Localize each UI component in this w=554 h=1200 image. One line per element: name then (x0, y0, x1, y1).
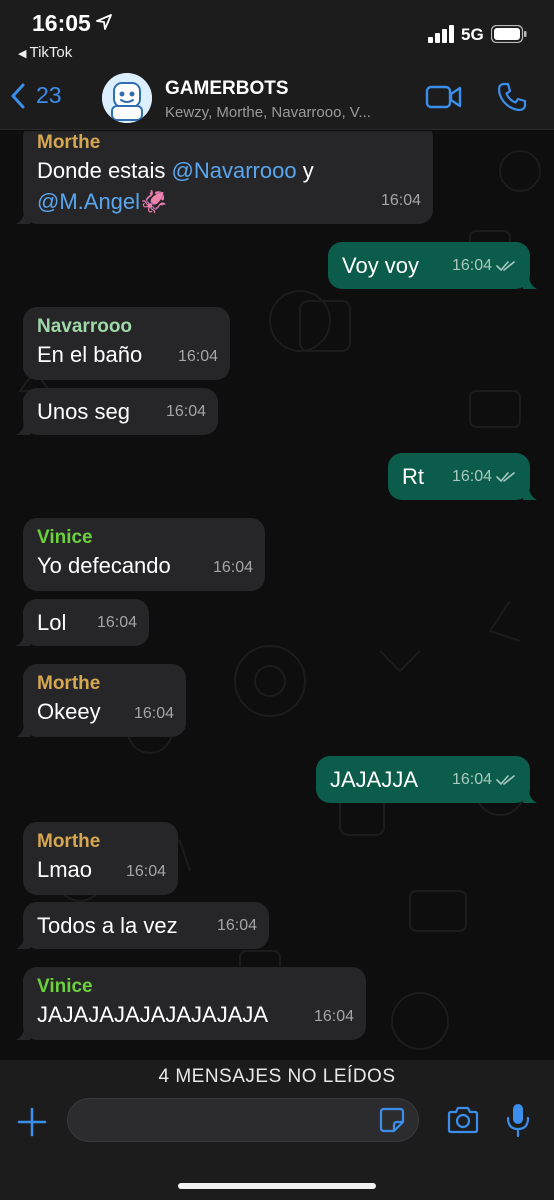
back-to-app-link[interactable]: ◀ TikTok (18, 44, 72, 61)
location-arrow-icon (96, 14, 112, 30)
message-time: 16:04 (451, 771, 492, 788)
message-bubble[interactable]: Morthe Okeey 16:04 (16, 664, 186, 737)
message-time: 16:04 (212, 559, 253, 576)
message-time: 16:04 (133, 705, 174, 722)
message-bubble[interactable]: Morthe Donde estais @Navarrooo y @M.Ange… (16, 131, 433, 224)
message-time: 16:04 (96, 614, 137, 631)
message-bubble-outgoing[interactable]: Rt 16:04 (388, 453, 537, 500)
read-ticks-icon (496, 260, 515, 271)
message-time: 16:04 (177, 348, 218, 365)
robot-avatar-icon (102, 73, 152, 123)
read-ticks-icon (496, 471, 515, 482)
sender-name[interactable]: Morthe (37, 131, 419, 155)
message-time: 16:04 (125, 863, 166, 880)
chat-title[interactable]: GAMERBOTS (165, 78, 289, 100)
message-bubble[interactable]: Vinice Yo defecando 16:04 (23, 518, 265, 591)
status-time: 16:05 (32, 10, 91, 36)
back-triangle-icon: ◀ (18, 48, 27, 60)
unread-messages-banner[interactable]: 4 MENSAJES NO LEÍDOS (0, 1060, 554, 1092)
bubble-tail (16, 421, 30, 435)
message-bubble[interactable]: Navarrooo En el baño 16:04 (23, 307, 230, 380)
bubble-tail (16, 210, 30, 224)
sender-name[interactable]: Morthe (37, 830, 164, 854)
message-bubble[interactable]: Morthe Lmao 16:04 (23, 822, 178, 895)
unread-count: 23 (36, 82, 62, 108)
message-time: 16:04 (216, 917, 257, 934)
signal-icon (428, 25, 454, 43)
sender-name[interactable]: Vinice (37, 526, 251, 550)
bubble-tail (523, 275, 537, 289)
message-text-line2: @M.Angel🦑 (37, 186, 419, 217)
sender-name[interactable]: Vinice (37, 975, 352, 999)
home-indicator[interactable] (178, 1183, 376, 1189)
sender-name[interactable]: Navarrooo (37, 315, 216, 339)
bubble-tail (16, 935, 30, 949)
back-chevron-icon (11, 83, 25, 108)
message-text: Donde estais @Navarrooo y (37, 158, 314, 183)
bubble-tail (16, 723, 30, 737)
message-time: 16:04 (451, 468, 492, 485)
message-bubble[interactable]: Vinice JAJAJAJAJAJAJAJAJA 16:04 (16, 967, 366, 1040)
message-bubble-outgoing[interactable]: Voy voy 16:04 (328, 242, 537, 289)
message-bubble[interactable]: Todos a la vez 16:04 (16, 902, 269, 949)
message-time: 16:04 (380, 192, 421, 209)
squid-emoji: 🦑 (140, 189, 168, 214)
status-bar: 16:05 ◀ TikTok 5G (0, 0, 554, 66)
message-input[interactable] (67, 1098, 419, 1142)
battery-icon (491, 25, 527, 43)
mention-link[interactable]: @Navarrooo (172, 158, 297, 183)
bubble-tail (16, 1026, 30, 1040)
sender-name[interactable]: Morthe (37, 672, 172, 696)
back-button[interactable]: 23 (10, 82, 62, 109)
chat-members[interactable]: Kewzy, Morthe, Navarrooo, V... (165, 104, 405, 121)
bubble-tail (16, 632, 30, 646)
bubble-tail (523, 789, 537, 803)
message-text: Todos a la vez (37, 913, 178, 938)
network-type: 5G (461, 25, 484, 44)
group-avatar[interactable] (102, 73, 152, 123)
sticker-icon[interactable] (378, 1106, 406, 1134)
read-ticks-icon (496, 774, 515, 785)
message-time: 16:04 (313, 1008, 354, 1025)
message-time: 16:04 (165, 403, 206, 420)
message-text: JAJAJAJAJAJAJAJAJA (37, 1002, 269, 1027)
chat-header: 23 GAMERBOTS Kewzy, Morthe, Navarrooo, V… (0, 66, 554, 130)
message-bubble[interactable]: Unos seg 16:04 (16, 388, 218, 435)
message-time: 16:04 (451, 257, 492, 274)
video-call-icon[interactable] (425, 84, 463, 110)
message-list[interactable]: Morthe Donde estais @Navarrooo y @M.Ange… (0, 131, 554, 1060)
camera-icon[interactable] (446, 1106, 480, 1134)
bubble-tail (523, 486, 537, 500)
microphone-icon[interactable] (505, 1102, 531, 1138)
message-bubble-outgoing[interactable]: JAJAJJA 16:04 (316, 756, 537, 803)
plus-icon[interactable] (16, 1106, 48, 1138)
mention-link[interactable]: @M.Angel (37, 189, 140, 214)
back-app-label: TikTok (29, 44, 73, 61)
message-text: Unos seg (37, 399, 130, 424)
message-text: Rt (402, 464, 424, 489)
message-bubble[interactable]: Lol 16:04 (16, 599, 149, 646)
message-text: Voy voy (342, 253, 420, 278)
phone-icon[interactable] (496, 81, 528, 113)
message-text: Lol (37, 610, 67, 635)
message-text: JAJAJJA (330, 767, 419, 792)
